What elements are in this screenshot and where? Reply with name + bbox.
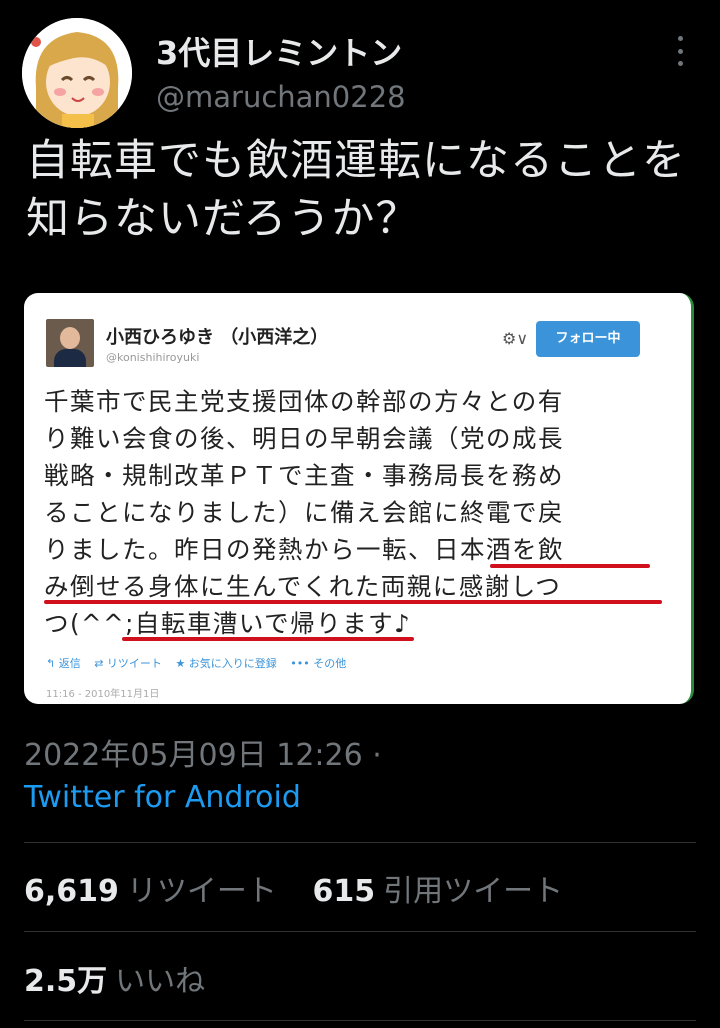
like-label: いいね [115, 964, 206, 999]
embedded-body-line: り難い会食の後、明日の早朝会議（党の成長 [44, 424, 564, 453]
engagement-stats-row: 6,619 リツイート 615 引用ツイート [24, 866, 589, 910]
embedded-author-handle: @konishihiroyuki [106, 351, 200, 364]
embedded-date: 11:16 - 2010年11月1日 [46, 689, 160, 700]
tweet-timestamp[interactable]: 2022年05月09日 12:26 · [24, 730, 382, 774]
divider [24, 842, 696, 843]
embedded-body-line: 千葉市で民主党支援団体の幹部の方々との有 [44, 387, 564, 416]
red-underline [122, 637, 414, 641]
embedded-favorite-label: ★ お気に入りに登録 [175, 657, 277, 670]
embedded-author-avatar [46, 319, 94, 367]
tweet-detail: 3代目レミントン @maruchan0228 自転車でも飲酒運転になることを知ら… [0, 0, 720, 1028]
embedded-more-label: ••• その他 [290, 657, 347, 670]
avatar-illustration [22, 18, 132, 128]
attached-image[interactable]: 小西ひろゆき （小西洋之） @konishihiroyuki ⚙∨ フォロー中 … [24, 293, 694, 704]
tweet-text: 自転車でも飲酒運転になることを知らないだろうか？ [26, 136, 686, 244]
likes-stats-row[interactable]: 2.5万 いいね [24, 956, 231, 1000]
author-handle[interactable]: @maruchan0228 [156, 80, 406, 114]
author-display-name[interactable]: 3代目レミントン [156, 28, 402, 74]
embedded-follow-button: フォロー中 [536, 321, 640, 357]
quote-count: 615 [312, 874, 376, 909]
quote-count-link[interactable]: 615 引用ツイート [312, 874, 589, 909]
quote-label: 引用ツイート [383, 874, 564, 909]
retweet-label: リツイート [126, 874, 277, 909]
red-underline [44, 600, 662, 604]
embedded-action-bar: ↰ 返信 ⇄ リツイート ★ お気に入りに登録 ••• その他 [46, 655, 356, 671]
embedded-body-line: 戦略・規制改革ＰＴで主査・事務局長を務め [44, 461, 564, 490]
embedded-retweet-label: ⇄ リツイート [94, 657, 162, 670]
embedded-body-line: ることになりました）に備え会館に終電で戻 [44, 498, 564, 527]
embedded-body-line: りました。昨日の発熱から一転、日本酒を飲 [44, 535, 564, 564]
divider [24, 1020, 696, 1021]
more-options-icon[interactable] [668, 36, 692, 66]
embedded-gear-icon: ⚙∨ [502, 329, 529, 348]
red-underline [490, 564, 650, 568]
retweet-count-link[interactable]: 6,619 リツイート [24, 874, 312, 909]
retweet-count: 6,619 [24, 874, 119, 909]
divider [24, 931, 696, 932]
embedded-author-name: 小西ひろゆき （小西洋之） [106, 327, 329, 348]
author-avatar[interactable] [22, 18, 132, 128]
tweet-source-link[interactable]: Twitter for Android [24, 780, 301, 815]
like-count: 2.5万 [24, 964, 108, 999]
embedded-reply-label: ↰ 返信 [46, 657, 81, 670]
